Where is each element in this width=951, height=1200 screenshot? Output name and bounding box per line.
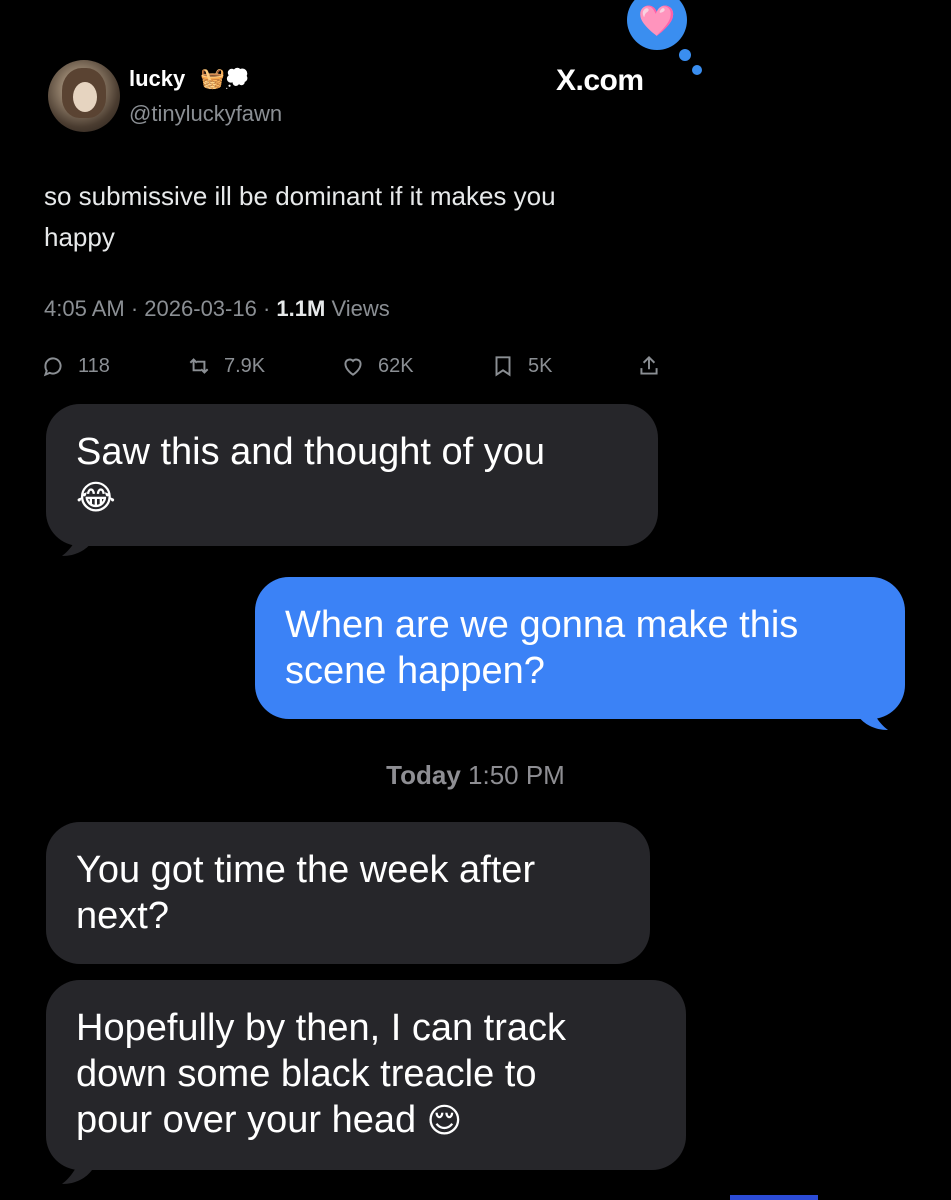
reply-count: 118 xyxy=(78,354,110,377)
message-text: You got time the week after xyxy=(76,849,536,891)
tweet-meta: 4:05 AM · 2026-03-16 · 1.1M Views xyxy=(44,296,390,322)
heart-icon: 🩷 xyxy=(638,4,676,38)
like-count: 62K xyxy=(378,354,414,377)
repost-button[interactable]: 7.9K xyxy=(186,350,265,382)
bookmark-count: 5K xyxy=(528,354,553,377)
repost-count: 7.9K xyxy=(224,354,266,377)
bookmark-icon xyxy=(495,356,511,377)
laughing-emoji-icon: 😂 xyxy=(76,479,116,517)
relieved-emoji-icon: 😌 xyxy=(426,1102,463,1140)
tweet-text-line: so submissive ill be dominant if it make… xyxy=(44,181,556,211)
conversation-timestamp: Today 1:50 PM xyxy=(0,760,951,791)
avatar[interactable] xyxy=(48,60,120,132)
message-bubble-incoming[interactable]: Hopefully by then, I can track down some… xyxy=(46,980,686,1170)
display-name[interactable]: lucky xyxy=(129,66,185,92)
share-button[interactable] xyxy=(636,350,674,382)
reply-icon xyxy=(43,357,62,377)
message-text: Saw this and thought of you xyxy=(76,431,545,473)
message-text: pour over your head xyxy=(76,1099,417,1141)
message-bubble-incoming[interactable]: Saw this and thought of you 😂 xyxy=(46,404,658,546)
message-text: When are we gonna make this xyxy=(285,604,799,646)
views-label: Views xyxy=(331,296,390,321)
tweet-date: 2026-03-16 xyxy=(144,296,257,321)
user-handle[interactable]: @tinyluckyfawn xyxy=(129,101,282,127)
tweet-text-line: happy xyxy=(44,222,115,252)
scroll-indicator xyxy=(730,1195,818,1200)
message-text: down some black treacle to xyxy=(76,1053,537,1095)
name-emoji-icons: 🧺💭 xyxy=(200,68,250,90)
bookmark-button[interactable]: 5K xyxy=(490,350,552,382)
message-text-line: pour over your head 😌 xyxy=(76,1097,656,1144)
message-text: Hopefully by then, I can track xyxy=(76,1007,567,1049)
views-count: 1.1M xyxy=(276,296,326,321)
reply-button[interactable]: 118 xyxy=(40,350,110,382)
site-label: X.com xyxy=(556,64,644,97)
message-text: scene happen? xyxy=(285,650,545,692)
separator: · xyxy=(130,296,139,321)
message-bubble-outgoing[interactable]: When are we gonna make this scene happen… xyxy=(255,577,905,719)
tweet-text: so submissive ill be dominant if it make… xyxy=(44,176,644,258)
repost-icon xyxy=(189,358,209,374)
timestamp-day: Today xyxy=(386,760,461,790)
like-button[interactable]: 62K xyxy=(340,350,414,382)
tweet-time: 4:05 AM xyxy=(44,296,125,321)
share-icon xyxy=(640,355,658,375)
message-bubble-incoming[interactable]: You got time the week after next? xyxy=(46,822,650,964)
message-text: next? xyxy=(76,895,169,937)
separator: · xyxy=(262,296,271,321)
heart-outline-icon xyxy=(344,358,362,376)
timestamp-time: 1:50 PM xyxy=(468,760,565,790)
